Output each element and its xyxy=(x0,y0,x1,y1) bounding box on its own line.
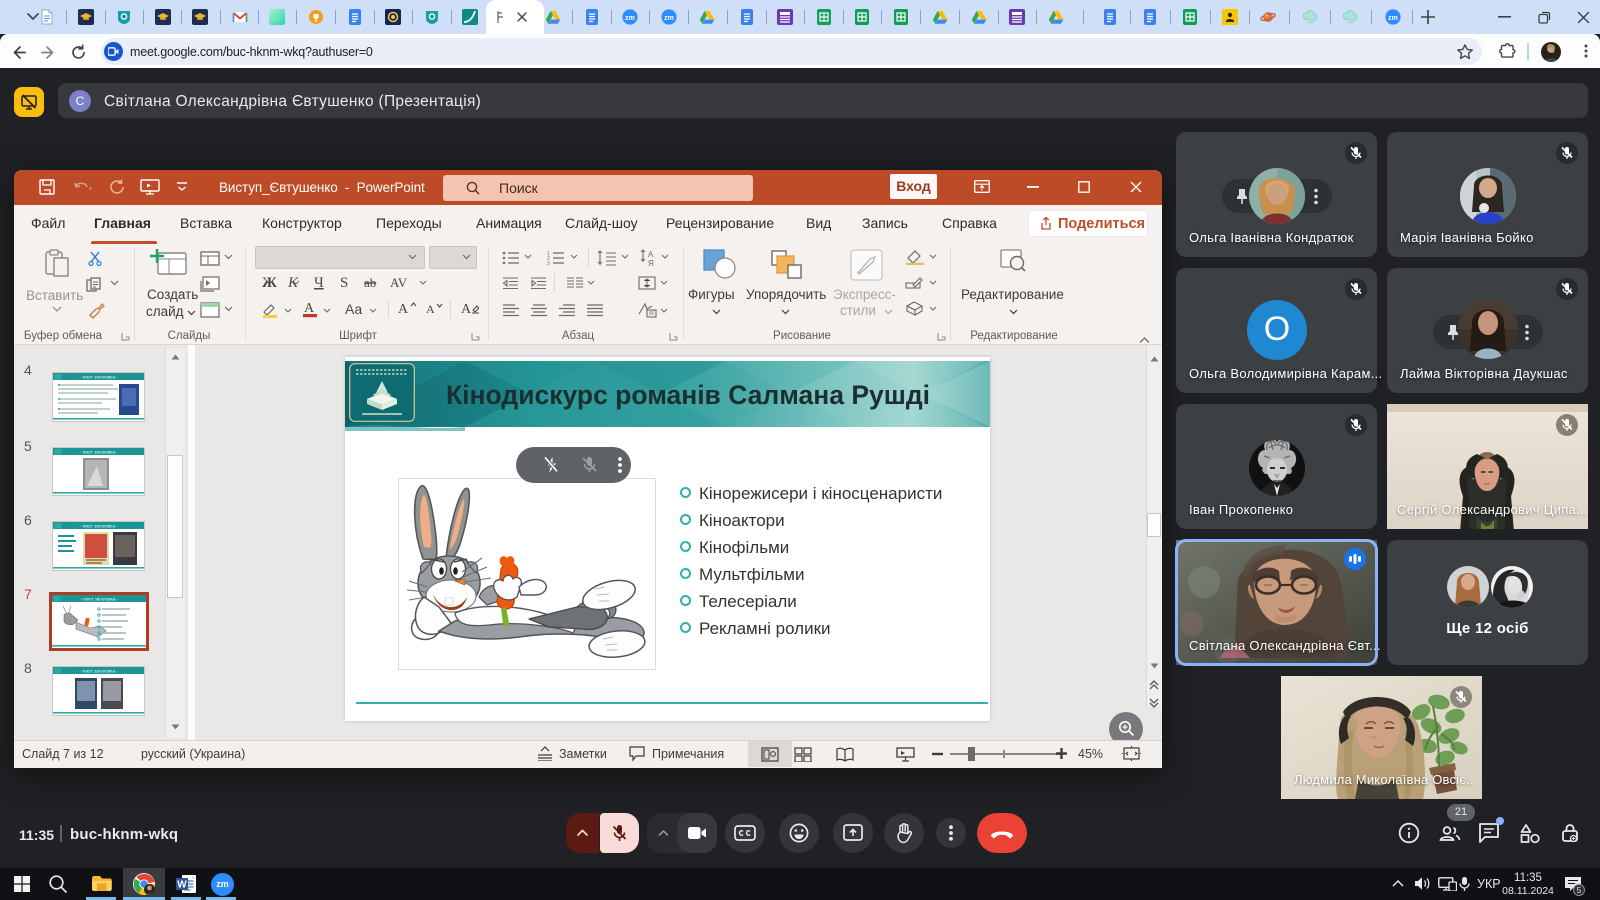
svg-text:А: А xyxy=(426,302,435,316)
svg-text:ab: ab xyxy=(364,275,376,290)
svg-text:А: А xyxy=(648,250,654,259)
svg-text:zm: zm xyxy=(625,15,635,22)
svg-text:··текст заголовка··: ··текст заголовка·· xyxy=(79,375,118,380)
svg-text:Aa: Aa xyxy=(345,302,362,317)
svg-text:Я: Я xyxy=(648,259,654,267)
svg-text:zm: zm xyxy=(1388,15,1398,22)
svg-text:А: А xyxy=(398,302,409,317)
svg-text:S: S xyxy=(340,275,348,291)
svg-text:AV: AV xyxy=(390,275,408,290)
svg-text:··текст заголовка··: ··текст заголовка·· xyxy=(79,450,118,455)
svg-text:Ж: Ж xyxy=(262,275,277,291)
svg-text:zm: zm xyxy=(664,15,674,22)
svg-text:А: А xyxy=(461,302,472,317)
svg-text:А: А xyxy=(304,301,315,316)
svg-text:3: 3 xyxy=(547,261,550,266)
svg-text:··текст заголовка··: ··текст заголовка·· xyxy=(80,597,119,602)
svg-text:W: W xyxy=(177,879,187,890)
svg-text:··текст заголовка··: ··текст заголовка·· xyxy=(79,524,118,529)
svg-text:··текст заголовка··: ··текст заголовка·· xyxy=(79,669,118,674)
svg-text:Ч: Ч xyxy=(314,275,324,291)
